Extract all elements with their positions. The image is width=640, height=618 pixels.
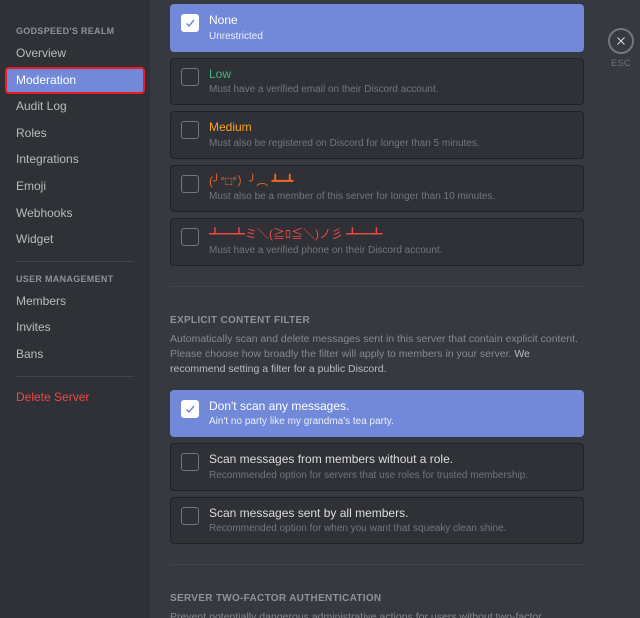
explicit-option-none[interactable]: Don't scan any messages. Ain't no party … [170, 390, 584, 438]
option-title: (╯°□°）╯︵ ┻━┻ [209, 174, 573, 190]
option-title: Scan messages from members without a rol… [209, 452, 573, 468]
option-desc: Must have a verified phone on their Disc… [209, 244, 573, 257]
settings-panel: ESC None Unrestricted Low Must have a ve… [150, 0, 640, 618]
sidebar-item-overview[interactable]: Overview [6, 41, 144, 67]
verification-option-extreme[interactable]: ┻━┻ミ＼(≧ﾛ≦＼)ノ彡 ┻━┻ Must have a verified p… [170, 218, 584, 266]
radio-icon [181, 400, 199, 418]
option-desc: Ain't no party like my grandma's tea par… [209, 415, 573, 428]
radio-icon [181, 453, 199, 471]
sidebar-item-roles[interactable]: Roles [6, 121, 144, 147]
section-divider [170, 564, 584, 565]
sidebar-item-bans[interactable]: Bans [6, 342, 144, 368]
verification-option-medium[interactable]: Medium Must also be registered on Discor… [170, 111, 584, 159]
sidebar-separator [16, 261, 134, 262]
verification-option-low[interactable]: Low Must have a verified email on their … [170, 58, 584, 106]
explicit-option-all[interactable]: Scan messages sent by all members. Recom… [170, 497, 584, 545]
settings-sidebar: GODSPEED'S REALM Overview Moderation Aud… [0, 0, 150, 618]
option-title: ┻━┻ミ＼(≧ﾛ≦＼)ノ彡 ┻━┻ [209, 227, 573, 243]
sidebar-category-server: GODSPEED'S REALM [6, 22, 144, 40]
radio-icon [181, 228, 199, 246]
sidebar-item-webhooks[interactable]: Webhooks [6, 201, 144, 227]
sidebar-item-audit-log[interactable]: Audit Log [6, 94, 144, 120]
radio-icon [181, 121, 199, 139]
option-desc: Unrestricted [209, 30, 573, 43]
option-title: Scan messages sent by all members. [209, 506, 573, 522]
twofa-heading: SERVER TWO-FACTOR AUTHENTICATION [170, 593, 628, 604]
option-desc: Must also be a member of this server for… [209, 190, 573, 203]
option-desc: Must also be registered on Discord for l… [209, 137, 573, 150]
radio-icon [181, 14, 199, 32]
option-title: Don't scan any messages. [209, 399, 573, 415]
sidebar-item-members[interactable]: Members [6, 289, 144, 315]
sidebar-separator [16, 376, 134, 377]
explicit-filter-description: Automatically scan and delete messages s… [170, 332, 584, 378]
close-label: ESC [608, 58, 634, 68]
sidebar-item-widget[interactable]: Widget [6, 227, 144, 253]
verification-option-high[interactable]: (╯°□°）╯︵ ┻━┻ Must also be a member of th… [170, 165, 584, 213]
twofa-description: Prevent potentially dangerous administra… [170, 610, 584, 618]
option-title: Medium [209, 120, 573, 136]
radio-icon [181, 68, 199, 86]
close-button[interactable] [608, 28, 634, 54]
radio-icon [181, 507, 199, 525]
sidebar-category-user: USER MANAGEMENT [6, 270, 144, 288]
explicit-option-without-role[interactable]: Scan messages from members without a rol… [170, 443, 584, 491]
option-desc: Must have a verified email on their Disc… [209, 83, 573, 96]
sidebar-item-emoji[interactable]: Emoji [6, 174, 144, 200]
sidebar-item-moderation[interactable]: Moderation [6, 68, 144, 94]
section-divider [170, 286, 584, 287]
verification-option-none[interactable]: None Unrestricted [170, 4, 584, 52]
option-desc: Recommended option for servers that use … [209, 469, 573, 482]
radio-icon [181, 175, 199, 193]
option-title: Low [209, 67, 573, 83]
explicit-filter-heading: EXPLICIT CONTENT FILTER [170, 315, 628, 326]
sidebar-item-invites[interactable]: Invites [6, 315, 144, 341]
close-icon [615, 35, 627, 47]
option-title: None [209, 13, 573, 29]
sidebar-item-integrations[interactable]: Integrations [6, 147, 144, 173]
sidebar-item-delete-server[interactable]: Delete Server [6, 385, 144, 411]
option-desc: Recommended option for when you want tha… [209, 522, 573, 535]
